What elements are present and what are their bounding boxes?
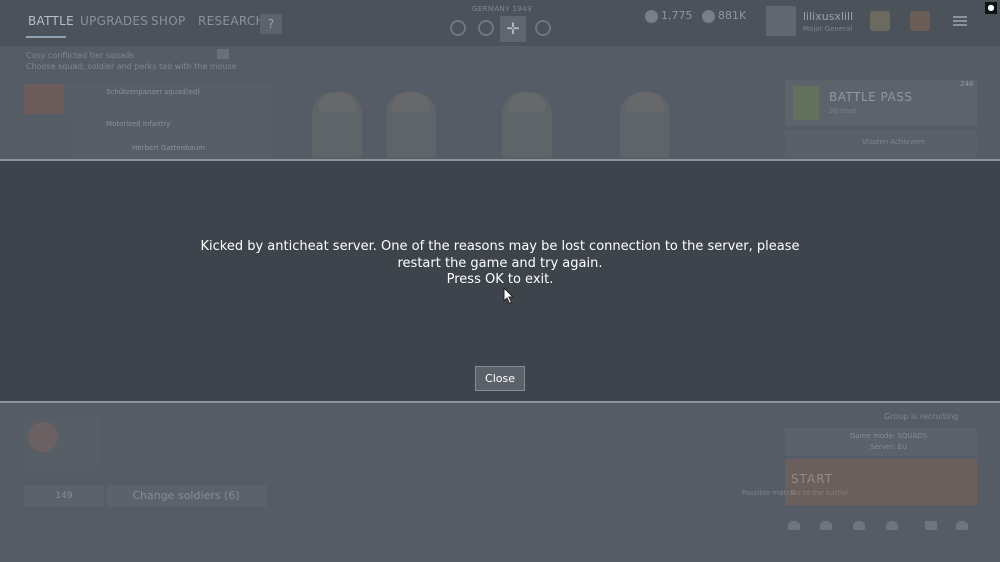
soldier-figure	[386, 92, 436, 158]
squad-member-icon	[886, 521, 898, 530]
group-recruiting-label: Group is recruiting	[884, 412, 959, 421]
helmet-icon	[392, 92, 430, 112]
gear-icon	[478, 20, 494, 36]
division-badge-icon	[910, 11, 930, 31]
flag-icon	[925, 521, 937, 530]
silver-amount: 881K	[718, 9, 747, 22]
game-mode-text: Game mode: SQUADS Server: EU	[850, 431, 927, 453]
microphone-icon: ●	[985, 2, 997, 14]
battle-pass-subtitle: 30 level	[829, 107, 857, 115]
server-line: Server: EU	[870, 443, 908, 451]
battle-pass-count: 248	[960, 80, 974, 88]
squad-row: Schützenpanzer squad(ed)	[24, 84, 272, 114]
soldier-figure	[620, 92, 670, 158]
squad-name: Motorized Infantry	[106, 120, 171, 128]
change-soldiers-button: Change soldiers (6)	[106, 485, 266, 507]
dialog-message-line: Kicked by anticheat server. One of the r…	[200, 239, 800, 254]
squad-member-icon	[820, 521, 832, 530]
kick-dialog: Kicked by anticheat server. One of the r…	[0, 159, 1000, 403]
squad-row: Herbert Gattenbaum	[72, 140, 272, 158]
circle-icon	[535, 20, 551, 36]
menu-icon	[953, 16, 967, 26]
tab-shop: SHOP	[151, 14, 186, 28]
profile-name: lilixusxlill	[803, 10, 854, 23]
tab-upgrades: UPGRADES	[80, 14, 149, 28]
nation-label: GERMANY 1943	[472, 5, 532, 13]
profile-rank: Major General	[803, 25, 853, 33]
notice-text: Cosy conflicted tier squads Choose squad…	[26, 50, 237, 72]
battle-pass-title: BATTLE PASS	[829, 90, 913, 104]
squad-name: Schützenpanzer squad(ed)	[106, 88, 201, 96]
game-mode-line: Game mode: SQUADS	[850, 432, 928, 440]
start-label: START	[791, 472, 834, 486]
helmet-icon	[626, 92, 664, 112]
start-sublabel: Go to the battle!	[791, 489, 850, 497]
squad-emblem-icon	[28, 422, 58, 452]
soldier-figure	[502, 92, 552, 158]
gold-coin-icon	[645, 9, 658, 23]
notice-line-1: Cosy conflicted tier squads	[26, 51, 135, 60]
silver-coin-icon	[702, 9, 715, 23]
tab-battle: BATTLE	[28, 14, 75, 28]
battle-pass-item-label: Vlasten Achievem	[862, 138, 925, 146]
gold-currency: 1,775	[645, 9, 693, 23]
tab-research: RESEARCH	[198, 14, 265, 28]
squad-member-icon	[788, 521, 800, 530]
squad-name: Herbert Gattenbaum	[132, 144, 205, 152]
notice-close-icon	[217, 49, 229, 59]
cross-icon: ✛	[500, 16, 526, 42]
battle-pass-card: BATTLE PASS 30 level	[785, 80, 977, 126]
silver-currency: 881K	[702, 9, 746, 23]
possible-match-label: Possible match:	[742, 489, 797, 497]
help-button: ?	[260, 14, 282, 34]
close-button[interactable]: Close	[475, 366, 525, 391]
squad-member-icon	[853, 521, 865, 530]
mouse-cursor-icon	[503, 287, 515, 305]
rank-badge-icon	[870, 11, 890, 31]
group-icon	[956, 521, 968, 530]
helmet-icon	[508, 92, 546, 112]
dialog-message-line: Press OK to exit.	[446, 272, 554, 287]
dialog-message-line: restart the game and try again.	[397, 255, 603, 271]
soldiers-count: 149	[24, 485, 104, 507]
helmet-icon	[318, 92, 356, 112]
squad-flag	[24, 84, 64, 114]
dialog-message: Kicked by anticheat server. One of the r…	[100, 239, 900, 289]
battle-pass-icon	[793, 86, 819, 120]
active-tab-underline	[26, 36, 66, 38]
star-icon	[450, 20, 466, 36]
notice-line-2: Choose squad, soldier and perks tab with…	[26, 62, 237, 71]
top-navigation-bar: BATTLE UPGRADES SHOP RESEARCH ? GERMANY …	[0, 0, 1000, 46]
gold-amount: 1,775	[661, 9, 693, 22]
soldier-figure	[312, 92, 362, 158]
avatar	[766, 6, 796, 36]
